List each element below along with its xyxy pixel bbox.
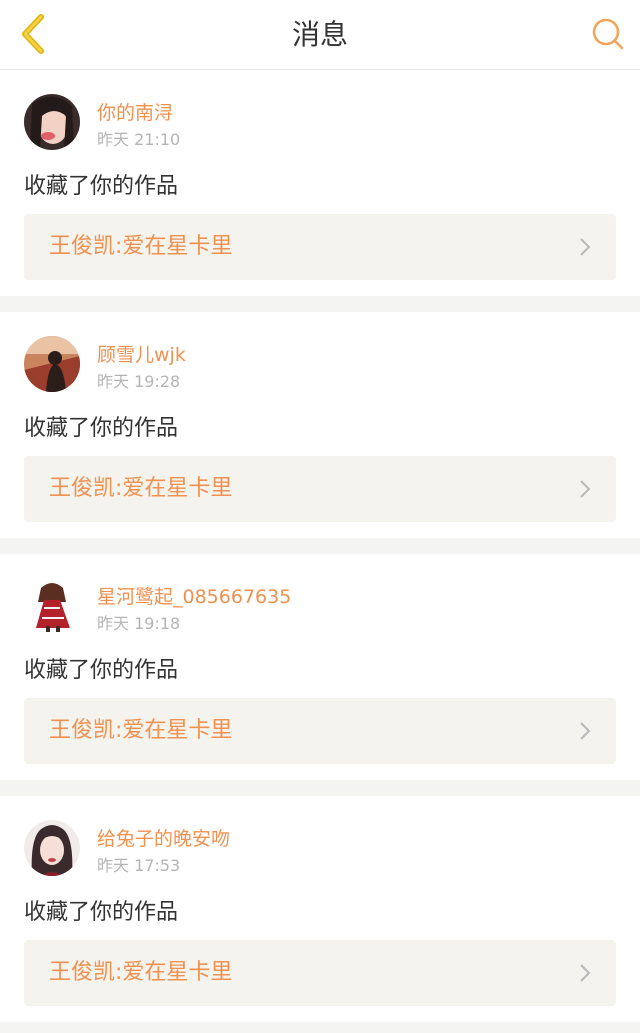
timestamp: 昨天 17:53 bbox=[97, 856, 181, 875]
timestamp: 昨天 19:18 bbox=[97, 614, 181, 633]
work-title: 王俊凯:爱在星卡里 bbox=[49, 718, 233, 743]
search-icon bbox=[592, 18, 624, 50]
message-card: 给兔子的晚安吻 昨天 17:53 收藏了你的作品 王俊凯:爱在星卡里 bbox=[0, 796, 640, 1022]
username[interactable]: 给兔子的晚安吻 bbox=[97, 824, 230, 851]
page-title: 消息 bbox=[291, 18, 348, 51]
chevron-right-icon bbox=[574, 236, 596, 258]
work-link[interactable]: 王俊凯:爱在星卡里 bbox=[24, 456, 616, 522]
action-text: 收藏了你的作品 bbox=[24, 658, 179, 683]
action-text: 收藏了你的作品 bbox=[24, 416, 179, 441]
work-link[interactable]: 王俊凯:爱在星卡里 bbox=[24, 698, 616, 764]
timestamp: 昨天 21:10 bbox=[97, 130, 181, 149]
avatar[interactable] bbox=[24, 94, 80, 150]
action-text: 收藏了你的作品 bbox=[24, 900, 179, 925]
work-link[interactable]: 王俊凯:爱在星卡里 bbox=[24, 940, 616, 1006]
username[interactable]: 星河鹭起_085667635 bbox=[97, 582, 291, 609]
avatar[interactable] bbox=[24, 820, 80, 876]
chevron-right-icon bbox=[574, 720, 596, 742]
avatar[interactable] bbox=[24, 336, 80, 392]
search-button[interactable] bbox=[588, 14, 628, 54]
work-link[interactable]: 王俊凯:爱在星卡里 bbox=[24, 214, 616, 280]
top-bar: 消息 bbox=[0, 0, 640, 70]
work-title: 王俊凯:爱在星卡里 bbox=[49, 234, 233, 259]
work-title: 王俊凯:爱在星卡里 bbox=[49, 476, 233, 501]
username[interactable]: 顾雪儿wjk bbox=[97, 340, 186, 367]
username[interactable]: 你的南浔 bbox=[97, 98, 173, 125]
timestamp: 昨天 19:28 bbox=[97, 372, 181, 391]
chevron-right-icon bbox=[574, 962, 596, 984]
chevron-right-icon bbox=[574, 478, 596, 500]
action-text: 收藏了你的作品 bbox=[24, 174, 179, 199]
avatar[interactable] bbox=[24, 578, 80, 634]
message-card: 你的南浔 昨天 21:10 收藏了你的作品 王俊凯:爱在星卡里 bbox=[0, 70, 640, 296]
message-card: 星河鹭起_085667635 昨天 19:18 收藏了你的作品 王俊凯:爱在星卡… bbox=[0, 554, 640, 780]
message-card: 顾雪儿wjk 昨天 19:28 收藏了你的作品 王俊凯:爱在星卡里 bbox=[0, 312, 640, 538]
work-title: 王俊凯:爱在星卡里 bbox=[49, 960, 233, 985]
